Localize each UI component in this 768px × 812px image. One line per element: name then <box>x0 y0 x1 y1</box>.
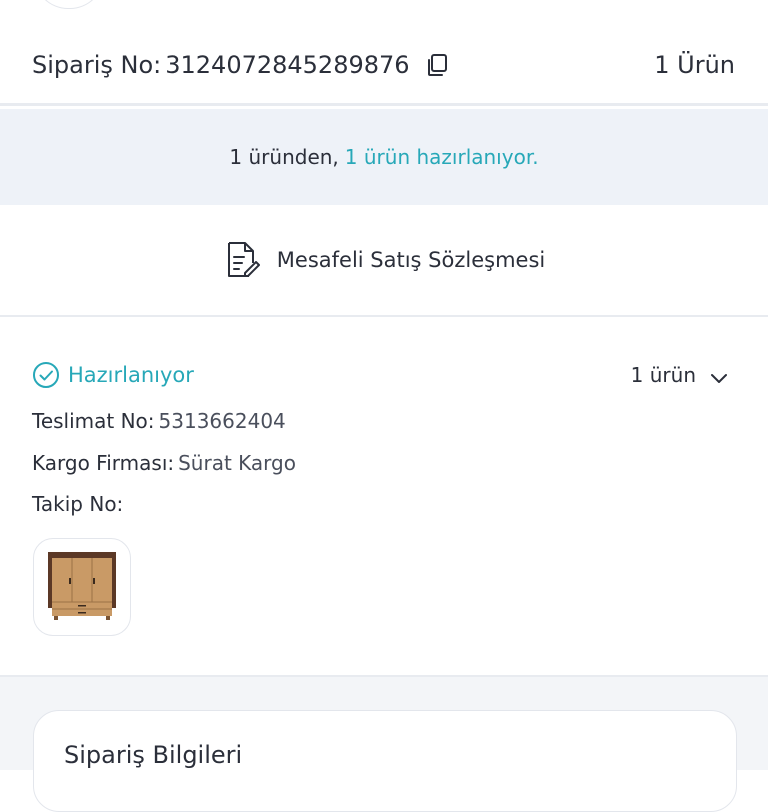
document-edit-icon <box>223 240 261 280</box>
item-count-label: 1 ürün <box>630 363 696 387</box>
delivery-number-value: 5313662404 <box>158 409 286 433</box>
order-number-label: Sipariş No: <box>32 50 162 79</box>
check-circle-icon <box>32 361 60 389</box>
carrier-value: Sürat Kargo <box>178 451 296 475</box>
banner-prefix-text: 1 üründen, <box>229 145 339 169</box>
order-number-value: 3124072845289876 <box>165 50 410 79</box>
item-count-toggle[interactable]: 1 ürün <box>631 363 728 387</box>
shipment-status-text: Hazırlanıyor <box>68 363 194 387</box>
shipment-header: Hazırlanıyor 1 ürün <box>32 359 728 391</box>
shipment-status: Hazırlanıyor <box>32 361 194 389</box>
top-avatar-circle <box>34 0 104 9</box>
status-banner: 1 üründen, 1 ürün hazırlanıyor. <box>0 109 768 205</box>
delivery-number-label: Teslimat No: <box>32 409 155 433</box>
order-info-title: Sipariş Bilgileri <box>64 741 243 769</box>
banner-highlight-text: 1 ürün hazırlanıyor. <box>344 145 539 169</box>
distance-sales-contract-link[interactable]: Mesafeli Satış Sözleşmesi <box>0 205 768 317</box>
delivery-number-row: Teslimat No: 5313662404 <box>32 409 286 433</box>
contract-label: Mesafeli Satış Sözleşmesi <box>276 248 546 272</box>
chevron-down-icon <box>710 369 728 383</box>
shipment-card: Hazırlanıyor 1 ürün Teslimat No: 53136624… <box>0 317 768 675</box>
copy-icon[interactable] <box>424 52 450 78</box>
tracking-row: Takip No: <box>32 492 127 516</box>
carrier-label: Kargo Firması: <box>32 451 175 475</box>
wardrobe-image <box>48 552 116 622</box>
carrier-row: Kargo Firması: Sürat Kargo <box>32 451 296 475</box>
order-info-card: Sipariş Bilgileri <box>33 710 737 812</box>
order-item-count: 1 Ürün <box>654 50 735 79</box>
tracking-label: Takip No: <box>32 492 124 516</box>
order-header: Sipariş No: 3124072845289876 1 Ürün <box>0 26 768 106</box>
order-number-group: Sipariş No: 3124072845289876 <box>32 51 450 79</box>
product-thumbnail[interactable] <box>33 538 131 636</box>
